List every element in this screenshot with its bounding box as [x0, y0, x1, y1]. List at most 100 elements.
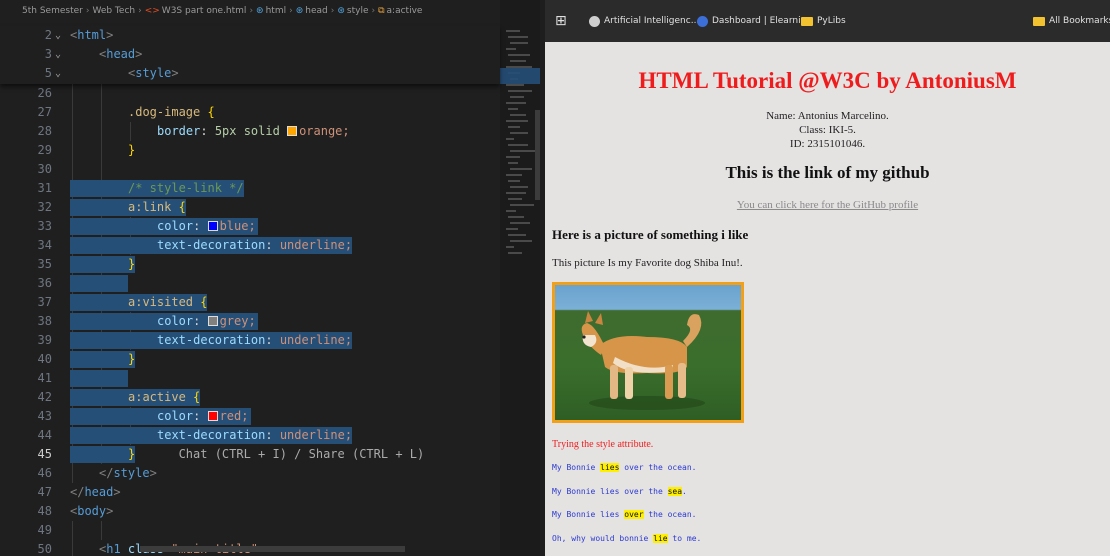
code-line[interactable]: 47 </head>: [0, 483, 500, 502]
line-number: 34: [37, 238, 52, 252]
github-link[interactable]: You can click here for the GitHub profil…: [545, 199, 1110, 211]
indent-guide: [101, 84, 102, 103]
line-number: 37: [37, 295, 52, 309]
breadcrumb-item[interactable]: a:active: [387, 6, 423, 16]
all-bookmarks[interactable]: All Bookmarks: [1033, 12, 1110, 30]
breadcrumb-item[interactable]: style: [347, 6, 369, 16]
bookmark-ai[interactable]: Artificial Intelligenc...: [589, 12, 699, 30]
breadcrumb-item[interactable]: Web Tech: [92, 6, 135, 16]
line-number: 3: [44, 47, 52, 61]
line-number: 28: [37, 124, 52, 138]
line-number: 47: [37, 485, 52, 499]
code-line[interactable]: 33 color: blue;: [0, 217, 500, 236]
brace: {: [193, 390, 201, 404]
sticky-scroll[interactable]: 2 ⌄ <html> 3 ⌄ <head> 5 ⌄ <style>: [0, 26, 500, 84]
indent-guide: [72, 521, 73, 540]
code-line[interactable]: 40}: [0, 350, 500, 369]
code-line[interactable]: 30: [0, 160, 500, 179]
breadcrumb-item[interactable]: head: [305, 6, 327, 16]
dog-image: [552, 282, 744, 423]
color-swatch[interactable]: [287, 126, 298, 136]
vertical-scrollbar[interactable]: [535, 110, 540, 200]
punct: >: [171, 66, 179, 80]
bookmark-dashboard[interactable]: Dashboard | Elearni...: [697, 12, 809, 30]
code-line[interactable]: 37 a:visited {: [0, 293, 500, 312]
minimap-line: [506, 210, 516, 212]
minimap-line: [508, 144, 528, 146]
code-text: } Chat (CTRL + I) / Share (CTRL + L): [128, 445, 424, 464]
code-line[interactable]: 35}: [0, 255, 500, 274]
bookmark-pylibs[interactable]: PyLibs: [801, 12, 846, 30]
student-name: Name: Antonius Marcelino.: [766, 110, 889, 122]
code-line[interactable]: 2 ⌄ <html>: [0, 26, 500, 45]
code-line[interactable]: 29}: [0, 141, 500, 160]
code-line[interactable]: 41: [0, 369, 500, 388]
punct: </: [70, 485, 85, 499]
code-line[interactable]: 5 ⌄ <style>: [0, 64, 500, 83]
student-id: ID: 2315101046.: [789, 138, 866, 150]
minimap-line: [510, 222, 530, 224]
selection-highlight: [70, 256, 136, 273]
poem-text: My Bonnie: [552, 463, 601, 472]
code-line[interactable]: 45} Chat (CTRL + I) / Share (CTRL + L): [0, 445, 500, 464]
code-line[interactable]: 31 /* style-link */: [0, 179, 500, 198]
code-line[interactable]: 36: [0, 274, 500, 293]
code-line[interactable]: 26: [0, 84, 500, 103]
minimap-slider[interactable]: [500, 68, 540, 84]
code-line[interactable]: 28 border: 5px solid orange;: [0, 122, 500, 141]
line-number: 5: [44, 66, 52, 80]
code-line[interactable]: 46 </style>: [0, 464, 500, 483]
folder-icon: [1033, 16, 1045, 26]
code-editor[interactable]: 5th Semester › Web Tech › <> W3S part one.h…: [0, 0, 540, 556]
poem-text: My Bonnie lies: [552, 510, 625, 519]
apps-grid-icon[interactable]: ⊞: [555, 12, 567, 30]
bookmark-label: Artificial Intelligenc...: [604, 16, 700, 26]
minimap-line: [508, 108, 518, 110]
line-number: 44: [37, 428, 52, 442]
code-line[interactable]: 34 text-decoration: underline;: [0, 236, 500, 255]
line-number: 35: [37, 257, 52, 271]
selection-highlight: [70, 446, 136, 463]
poem-line: My Bonnie lies over the ocean.: [552, 510, 697, 519]
colon: :: [265, 428, 280, 442]
code-line[interactable]: 39 text-decoration: underline;: [0, 331, 500, 350]
code-line[interactable]: 42 a:active {: [0, 388, 500, 407]
breadcrumb-item[interactable]: 5th Semester: [22, 6, 83, 16]
code-line[interactable]: 3 ⌄ <head>: [0, 45, 500, 64]
css-value: red;: [219, 409, 249, 423]
code-text: color: red;: [157, 407, 248, 426]
color-swatch[interactable]: [207, 316, 218, 326]
indent-guide: [72, 103, 73, 122]
color-swatch[interactable]: [207, 411, 218, 421]
code-text: text-decoration: underline;: [157, 426, 352, 445]
all-bookmarks-label: All Bookmarks: [1049, 16, 1110, 26]
code-text: color: blue;: [157, 217, 256, 236]
line-number: 50: [37, 542, 52, 556]
css-property: text-decoration: [157, 238, 266, 252]
inline-chat-hint[interactable]: Chat (CTRL + I) / Share (CTRL + L): [135, 447, 425, 461]
horizontal-scrollbar[interactable]: [140, 546, 405, 552]
page-title: HTML Tutorial @W3C by AntoniusM: [638, 68, 1017, 93]
minimap-line: [506, 48, 516, 50]
minimap-line: [508, 36, 528, 38]
tag-name: head: [106, 47, 136, 61]
breadcrumb-item[interactable]: W3S part one.html: [162, 6, 247, 16]
chevron-right-icon: ›: [330, 6, 335, 16]
code-line[interactable]: 27 .dog-image {: [0, 103, 500, 122]
indent-guide: [130, 122, 131, 141]
code-line[interactable]: 32 a:link {: [0, 198, 500, 217]
tag-name: style: [135, 66, 172, 80]
code-line[interactable]: 48 <body>: [0, 502, 500, 521]
code-line[interactable]: 44 text-decoration: underline;: [0, 426, 500, 445]
code-line[interactable]: 38 color: grey;: [0, 312, 500, 331]
elearning-icon: [697, 15, 708, 27]
poem-line: My Bonnie lies over the sea.: [552, 487, 687, 496]
code-line[interactable]: 43 color: red;: [0, 407, 500, 426]
color-swatch[interactable]: [207, 221, 218, 231]
minimap-line: [510, 150, 536, 152]
code-area[interactable]: 26 27 .dog-image {28 border: 5px solid oran…: [0, 84, 500, 556]
punct: >: [113, 485, 121, 499]
line-number: 48: [37, 504, 52, 518]
code-line[interactable]: 49: [0, 521, 500, 540]
breadcrumb-item[interactable]: html: [266, 6, 287, 16]
